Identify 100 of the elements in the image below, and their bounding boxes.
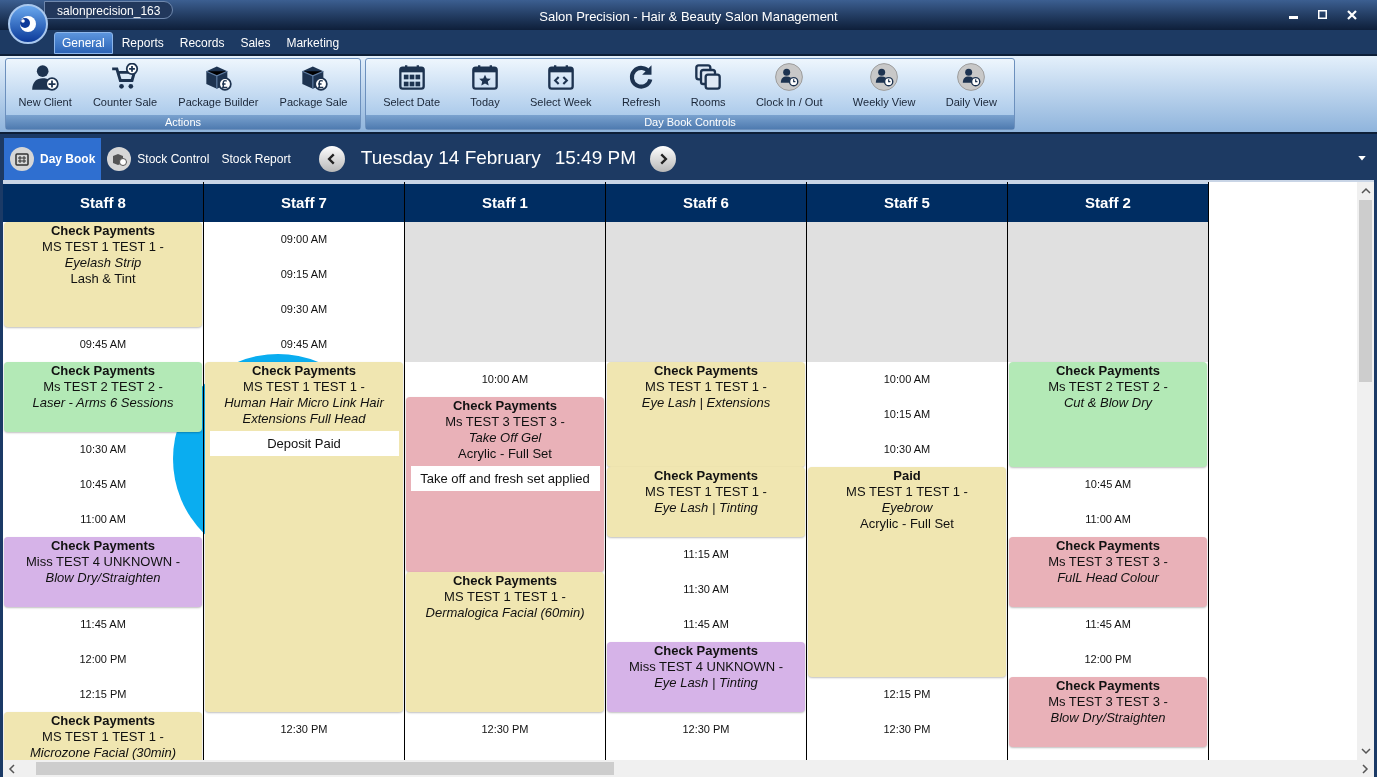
nav-tab[interactable]: Day Book [4,137,102,180]
appointment-status: Check Payments [50,363,156,379]
time-slot-label[interactable]: 09:30 AM [280,301,328,318]
appointment-card[interactable]: Paid MS TEST 1 TEST 1 - Eyebrow Acrylic - Full Set [808,467,1006,677]
client-name: Ms TEST 2 TEST 2 - [43,379,163,395]
time-slot-label[interactable]: 12:30 PM [280,721,328,738]
appointment-status: Check Payments [1055,538,1161,554]
time-slot-label[interactable]: 12:15 PM [79,686,127,703]
time-slot-label[interactable]: 09:00 AM [280,231,328,248]
time-slot-label[interactable]: 12:30 PM [481,721,529,738]
toolbar-button[interactable]: Today [455,59,515,115]
service-name: Take Off Gel [467,430,543,446]
client-name: Ms TEST 3 TEST 3 - [445,414,565,430]
service-detail: Lash & Tint [70,271,136,287]
close-icon[interactable] [1347,10,1357,20]
toolbar-button[interactable]: Select Week [514,59,607,115]
toolbar-button[interactable]: Clock In / Out [740,59,838,115]
person-add-icon [31,63,60,91]
staff-column-header: Staff 2 [1008,182,1208,222]
previous-day-button[interactable] [318,145,345,172]
toolbar-button[interactable]: Select Date [368,59,456,115]
time-slot-label[interactable]: 11:45 AM [683,616,729,633]
time-slot-label[interactable]: 09:45 AM [79,336,127,353]
toolbar-button[interactable]: Weekly View [837,59,931,115]
appointment-status: Check Payments [50,538,156,554]
appointment-status: Check Payments [653,363,759,379]
time-slot-label[interactable]: 12:30 PM [883,721,931,738]
time-slot-label[interactable]: 12:15 PM [883,686,931,703]
toolbar-button[interactable]: Counter Sale [82,59,168,115]
toolbar-button[interactable]: Package Sale [269,59,359,115]
appointment-card[interactable]: Check Payments Miss TEST 4 UNKNOWN - Eye Lash | Tinting [607,642,805,712]
account-name: salonprecision_163 [44,1,174,19]
appointment-status: Paid [893,468,921,484]
appointment-card[interactable]: Check Payments Miss TEST 4 UNKNOWN - Blow Dry/Straighten [4,537,202,607]
menu-tab[interactable]: Records [172,32,232,54]
appointment-card[interactable]: Check Payments MS TEST 1 TEST 1 - Microzone Facial (30min) [4,712,202,760]
staff-clock-icon [870,63,899,91]
toolbar-button[interactable]: Refresh [606,59,676,115]
time-slot-label[interactable]: 10:15 AM [883,406,931,423]
time-slot-label[interactable]: 10:30 AM [883,441,931,458]
time-slot-label[interactable]: 10:45 AM [79,476,127,493]
appointment-card[interactable]: Check Payments MS TEST 1 TEST 1 - Eyelash Strip Lash & Tint [4,222,202,327]
time-slot-label[interactable]: 09:15 AM [280,266,328,283]
client-name: Miss TEST 4 UNKNOWN - [25,554,181,570]
time-slot-label[interactable]: 12:30 PM [682,721,730,738]
calendar-icon [10,146,34,171]
appointment-card[interactable]: Check Payments MS TEST 1 TEST 1 - Eye Lash | Extensions [607,362,805,467]
toolbar-button[interactable]: Daily View [930,59,1013,115]
group-label: Day Book Controls [366,115,1014,129]
time-slot-label[interactable]: 11:45 AM [80,616,126,633]
appointment-card[interactable]: Check Payments Ms TEST 2 TEST 2 - Laser - Arms 6 Sessions [4,362,202,432]
client-name: MS TEST 1 TEST 1 - [42,729,164,745]
time-slot-label[interactable]: 10:00 AM [883,371,931,388]
app-logo-icon[interactable] [8,4,48,44]
nav-tab[interactable]: Stock Report [215,137,297,180]
appointment-status: Check Payments [653,643,759,659]
scroll-thumb[interactable] [36,762,614,775]
time-slot-label[interactable]: 10:00 AM [481,371,529,388]
appointment-card[interactable]: Check Payments Ms TEST 3 TEST 3 - Take Off Gel Acrylic - Full Set Take off and fresh set applied [406,397,604,572]
menu-tab[interactable]: Reports [114,32,171,54]
horizontal-scrollbar[interactable] [3,760,1374,777]
client-name: Ms TEST 3 TEST 3 - [1048,694,1168,710]
appointment-card[interactable]: Check Payments MS TEST 1 TEST 1 - Human Hair Micro Link Hair Extensions Full Head Deposit Paid [205,362,403,712]
vertical-scrollbar[interactable] [1357,182,1374,760]
toolbar-button[interactable]: Rooms [675,59,741,115]
maximize-icon[interactable] [1318,10,1327,19]
nav-tab[interactable]: Stock Control [101,137,216,180]
time-slot-label[interactable]: 10:30 AM [79,441,127,458]
service-name: Blow Dry/Straighten [1049,710,1167,726]
time-slot-label[interactable]: 10:45 AM [1084,476,1132,493]
next-day-button[interactable] [650,145,676,172]
time-slot-label[interactable]: 12:00 PM [1084,651,1132,668]
overlapping-squares-icon [694,63,723,91]
calendar-week-icon [546,63,575,91]
toolbar-button[interactable]: Package Builder [167,59,269,115]
group-label: Actions [6,115,360,129]
appointment-card[interactable]: Check Payments Ms TEST 3 TEST 3 - Blow Dry/Straighten [1009,677,1207,747]
scroll-thumb[interactable] [1359,200,1372,382]
time-slot-label[interactable]: 11:00 AM [80,511,126,528]
menu-tab[interactable]: Sales [233,32,278,54]
appointment-card[interactable]: Check Payments MS TEST 1 TEST 1 - Dermalogica Facial (60min) [406,572,604,712]
appointment-card[interactable]: Check Payments Ms TEST 2 TEST 2 - Cut & Blow Dry [1009,362,1207,467]
menu-tab[interactable]: Marketing [279,32,347,54]
dropdown-icon[interactable] [1357,153,1367,163]
time-slot-label[interactable]: 11:15 AM [683,546,729,563]
time-slot-label[interactable]: 12:00 PM [79,651,127,668]
current-date: Tuesday 14 February [360,146,541,171]
time-slot-label[interactable]: 11:00 AM [1085,511,1131,528]
appointment-note: Deposit Paid [209,431,399,456]
appointment-card[interactable]: Check Payments Ms TEST 3 TEST 3 - FulL Head Colour [1009,537,1207,607]
service-detail: Acrylic - Full Set [458,446,552,462]
toolbar-button[interactable]: New Client [8,59,83,115]
menu-tab[interactable]: General [54,32,113,54]
service-name: Laser - Arms 6 Sessions [31,395,175,411]
time-slot-label[interactable]: 11:30 AM [683,581,729,598]
appointment-card[interactable]: Check Payments MS TEST 1 TEST 1 - Eye Lash | Tinting [607,467,805,537]
appointment-status: Check Payments [251,363,357,379]
time-slot-label[interactable]: 11:45 AM [1085,616,1131,633]
time-slot-label[interactable]: 09:45 AM [280,336,328,353]
current-time: 15:49 PM [554,146,636,171]
